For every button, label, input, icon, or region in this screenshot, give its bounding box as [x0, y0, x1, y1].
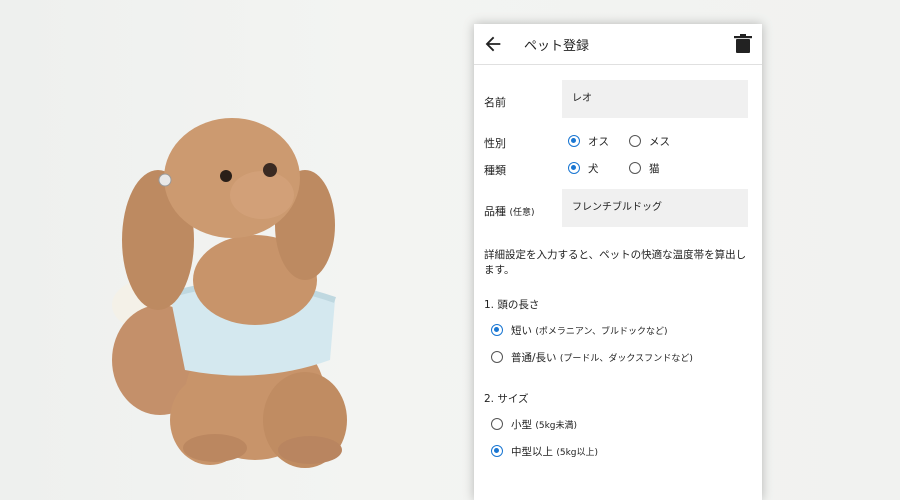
page-title: ペット登録 — [524, 39, 590, 54]
sex-female-radio[interactable] — [629, 135, 641, 147]
kind-cat-label: 猫 — [649, 163, 660, 175]
kind-label: 種類 — [484, 164, 506, 177]
name-field[interactable]: レオ — [562, 80, 748, 118]
size-title: 2. サイズ — [484, 393, 529, 405]
app-bar: ペット登録 — [474, 24, 762, 65]
size-small-radio[interactable] — [491, 418, 503, 430]
pet-registration-screen: ペット登録 名前 レオ 性別 オス メス 種類 犬 猫 品種 (任意) フレンチ… — [474, 24, 762, 500]
sex-male-radio[interactable] — [568, 135, 580, 147]
size-small-note: (5kg未満) — [535, 421, 578, 431]
sex-male-label: オス — [588, 136, 609, 148]
sex-female-label: メス — [649, 136, 670, 148]
head-long-label: 普通/長い (プードル、ダックスフンドなど) — [511, 350, 693, 365]
size-small-label: 小型 (5kg未満) — [511, 417, 577, 432]
size-medium-text: 中型以上 — [511, 446, 553, 458]
trash-icon[interactable] — [734, 34, 752, 54]
arrow-back-icon[interactable] — [482, 33, 504, 55]
dog-photo — [112, 118, 347, 468]
kind-dog-radio[interactable] — [568, 162, 580, 174]
breed-label: 品種 (任意) — [484, 203, 535, 219]
kind-cat-radio[interactable] — [629, 162, 641, 174]
name-label: 名前 — [484, 96, 506, 109]
description-text: 詳細設定を入力すると、ペットの快適な温度帯を算出します。 — [484, 249, 747, 276]
head-long-note: (プードル、ダックスフンドなど) — [559, 354, 693, 364]
head-long-radio[interactable] — [491, 351, 503, 363]
head-short-radio[interactable] — [491, 324, 503, 336]
head-short-label: 短い (ポメラニアン、ブルドックなど) — [511, 323, 667, 338]
sex-label: 性別 — [484, 137, 506, 150]
head-length-title: 1. 頭の長さ — [484, 299, 540, 311]
size-small-text: 小型 — [511, 419, 532, 431]
kind-dog-label: 犬 — [588, 163, 599, 175]
size-medium-note: (5kg以上) — [556, 448, 599, 458]
breed-label-note: (任意) — [509, 208, 535, 218]
size-medium-label: 中型以上 (5kg以上) — [511, 444, 598, 459]
breed-field[interactable]: フレンチブルドッグ — [562, 189, 748, 227]
size-medium-radio[interactable] — [491, 445, 503, 457]
head-long-text: 普通/長い — [511, 352, 557, 364]
head-short-text: 短い — [511, 325, 532, 337]
head-short-note: (ポメラニアン、ブルドックなど) — [535, 327, 668, 337]
breed-label-text: 品種 — [484, 205, 506, 218]
